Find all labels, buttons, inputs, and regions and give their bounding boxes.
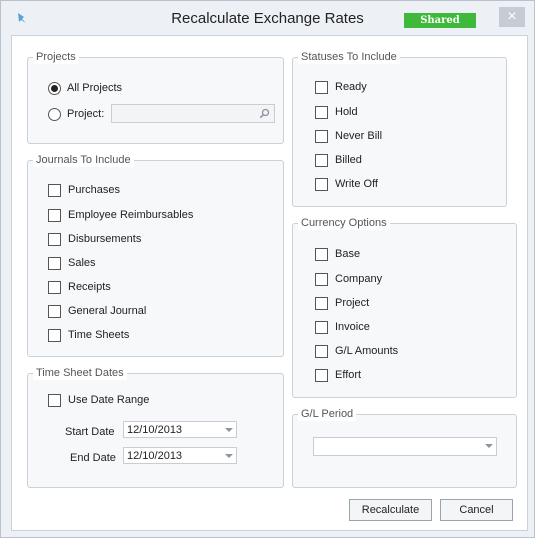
checkbox[interactable] — [48, 208, 61, 222]
status-checkbox-write-off[interactable]: Write Off — [315, 176, 378, 192]
checkbox[interactable] — [48, 183, 61, 197]
close-button[interactable]: × — [499, 7, 525, 27]
shared-badge: Shared — [404, 13, 476, 28]
status-checkbox-never-bill[interactable]: Never Bill — [315, 128, 382, 144]
chevron-down-icon[interactable] — [485, 444, 493, 448]
journal-checkbox-general-journal[interactable]: General Journal — [48, 303, 146, 319]
cancel-button[interactable]: Cancel — [440, 499, 513, 521]
status-checkbox-hold[interactable]: Hold — [315, 104, 358, 120]
checkbox[interactable] — [315, 296, 328, 310]
currency-checkbox-invoice[interactable]: Invoice — [315, 319, 370, 335]
use-date-range-label: Use Date Range — [68, 394, 150, 406]
checkbox[interactable] — [48, 304, 61, 318]
journal-checkbox-sales[interactable]: Sales — [48, 255, 96, 271]
journal-checkbox-disbursements[interactable]: Disbursements — [48, 231, 141, 247]
radio-indicator[interactable] — [48, 107, 61, 121]
currency-checkbox-effort[interactable]: Effort — [315, 367, 361, 383]
currency-checkbox-project[interactable]: Project — [315, 295, 369, 311]
checkbox-label: General Journal — [68, 305, 147, 317]
all-projects-radio[interactable]: All Projects — [48, 80, 122, 96]
statuses-legend: Statuses To Include — [298, 50, 400, 64]
checkbox-label: G/L Amounts — [335, 345, 399, 357]
checkbox[interactable] — [48, 232, 61, 246]
checkbox-label: Employee Reimbursables — [68, 209, 194, 221]
checkbox[interactable] — [48, 328, 61, 342]
project-search-input[interactable] — [111, 104, 275, 123]
checkbox-label: Project — [335, 297, 370, 309]
search-icon[interactable] — [259, 108, 270, 119]
projects-group: Projects All Projects Project: — [27, 50, 284, 144]
journal-checkbox-receipts[interactable]: Receipts — [48, 279, 111, 295]
checkbox[interactable] — [315, 105, 328, 119]
gl-period-group: G/L Period — [292, 407, 517, 488]
dialog-body: Projects All Projects Project: Journals … — [11, 35, 528, 531]
end-date-label: End Date — [70, 452, 116, 464]
gl-period-select[interactable] — [313, 437, 497, 456]
checkbox-label: Never Bill — [335, 130, 383, 142]
checkbox[interactable] — [315, 153, 328, 167]
checkbox-label: Company — [335, 273, 383, 285]
checkbox[interactable] — [315, 80, 328, 94]
checkbox[interactable] — [315, 247, 328, 261]
checkbox[interactable] — [48, 393, 61, 407]
checkbox-label: Purchases — [68, 184, 120, 196]
checkbox-label: Billed — [335, 154, 362, 166]
journals-group: Journals To Include Purchases Employee R… — [27, 153, 284, 357]
all-projects-label: All Projects — [67, 82, 123, 94]
radio-indicator[interactable] — [48, 81, 61, 95]
checkbox[interactable] — [315, 177, 328, 191]
checkbox-label: Effort — [335, 369, 362, 381]
end-date-value: 12/10/2013 — [127, 450, 183, 462]
project-radio[interactable]: Project: — [48, 106, 104, 122]
checkbox[interactable] — [315, 320, 328, 334]
start-date-value: 12/10/2013 — [127, 424, 183, 436]
journal-checkbox-time-sheets[interactable]: Time Sheets — [48, 327, 129, 343]
title-bar[interactable]: Recalculate Exchange Rates Shared × — [1, 1, 534, 35]
status-checkbox-billed[interactable]: Billed — [315, 152, 362, 168]
checkbox[interactable] — [315, 129, 328, 143]
currency-options-group: Currency Options Base Company Project In… — [292, 216, 517, 398]
chevron-down-icon[interactable] — [225, 428, 233, 432]
checkbox-label: Disbursements — [68, 233, 142, 245]
currency-checkbox-gl-amounts[interactable]: G/L Amounts — [315, 343, 398, 359]
dialog-window: Recalculate Exchange Rates Shared × Proj… — [0, 0, 535, 538]
currency-checkbox-company[interactable]: Company — [315, 271, 382, 287]
statuses-group: Statuses To Include Ready Hold Never Bil… — [292, 50, 507, 207]
gl-period-legend: G/L Period — [298, 407, 357, 421]
checkbox-label: Time Sheets — [68, 329, 130, 341]
currency-options-legend: Currency Options — [298, 216, 390, 230]
start-date-field[interactable]: 12/10/2013 — [123, 421, 237, 438]
projects-legend: Projects — [33, 50, 79, 64]
checkbox[interactable] — [48, 256, 61, 270]
checkbox-label: Ready — [335, 81, 367, 93]
project-label: Project: — [67, 108, 105, 120]
checkbox-label: Hold — [335, 106, 358, 118]
checkbox[interactable] — [48, 280, 61, 294]
checkbox-label: Invoice — [335, 321, 370, 333]
status-checkbox-ready[interactable]: Ready — [315, 79, 367, 95]
time-sheet-dates-group: Time Sheet Dates Use Date Range Start Da… — [27, 366, 284, 488]
checkbox[interactable] — [315, 344, 328, 358]
checkbox-label: Write Off — [335, 178, 378, 190]
chevron-down-icon[interactable] — [225, 454, 233, 458]
journal-checkbox-employee-reimbursables[interactable]: Employee Reimbursables — [48, 207, 193, 223]
journal-checkbox-purchases[interactable]: Purchases — [48, 182, 120, 198]
checkbox-label: Receipts — [68, 281, 111, 293]
recalculate-button[interactable]: Recalculate — [349, 499, 432, 521]
checkbox[interactable] — [315, 368, 328, 382]
use-date-range-checkbox[interactable]: Use Date Range — [48, 392, 149, 408]
start-date-label: Start Date — [65, 426, 115, 438]
time-sheet-dates-legend: Time Sheet Dates — [33, 366, 127, 380]
journals-legend: Journals To Include — [33, 153, 134, 167]
end-date-field[interactable]: 12/10/2013 — [123, 447, 237, 464]
checkbox[interactable] — [315, 272, 328, 286]
checkbox-label: Base — [335, 248, 361, 260]
currency-checkbox-base[interactable]: Base — [315, 246, 360, 262]
checkbox-label: Sales — [68, 257, 96, 269]
